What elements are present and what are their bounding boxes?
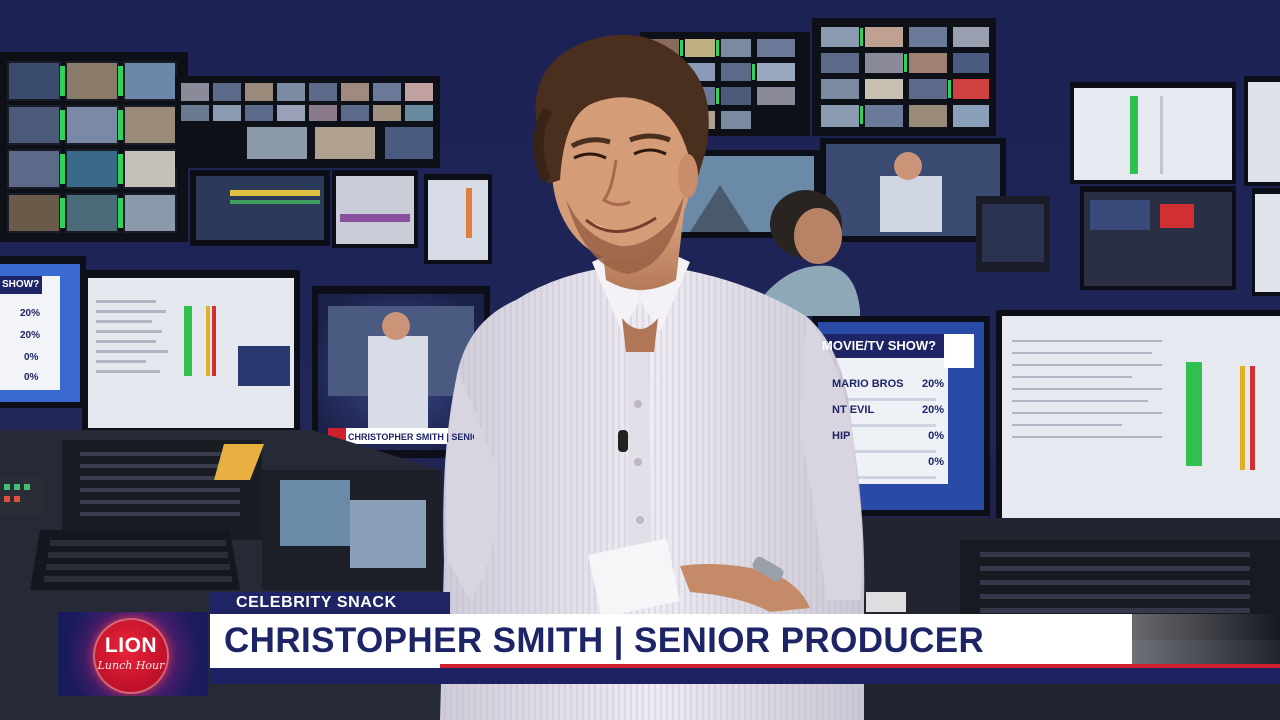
poll-row-label: HIP xyxy=(832,430,851,442)
name-bar-fade xyxy=(1132,614,1280,664)
poll-row-label: MARIO BROS xyxy=(832,378,904,390)
left-poll-value: 0% xyxy=(24,352,39,363)
left-poll-value: 20% xyxy=(20,330,41,341)
lion-lunch-hour-logo: LION Lunch Hour xyxy=(58,612,208,696)
segment-tag: CELEBRITY SNACK xyxy=(210,592,450,614)
preview-monitor-lower-third: CHRISTOPHER SMITH | SENIOR PRODUC xyxy=(348,432,474,442)
multiviewer-wall-center-left xyxy=(175,76,440,168)
poll-title: MOVIE/TV SHOW? xyxy=(822,338,937,353)
left-poll-value: 20% xyxy=(20,308,41,319)
monitor-poll-overlay: MOVIE/TV SHOW? MARIO BROS 20% NT EVIL 20… xyxy=(818,334,948,484)
poll-row-value: 20% xyxy=(921,404,944,416)
name-title: CHRISTOPHER SMITH | SENIOR PRODUCER xyxy=(224,621,985,660)
monitor-left-poll-overlay: SHOW? 20% 20% 0% 0% xyxy=(0,276,60,390)
logo-wordmark: LION xyxy=(104,634,158,657)
left-poll-value: 0% xyxy=(24,372,39,383)
left-poll-title: SHOW? xyxy=(2,279,40,290)
poll-row: MARIO BROS 20% xyxy=(832,378,944,390)
multiviewer-wall-left xyxy=(0,52,188,242)
poll-row-label: NT EVIL xyxy=(832,404,875,416)
poll-row-value: 0% xyxy=(928,430,944,442)
poll-row-value: 0% xyxy=(928,456,944,468)
poll-row: HIP 0% xyxy=(832,430,944,442)
navy-accent-band xyxy=(210,668,1280,684)
poll-row-value: 20% xyxy=(921,378,944,390)
logo-script: Lunch Hour xyxy=(97,659,165,672)
poll-row: NT EVIL 20% xyxy=(832,404,944,416)
